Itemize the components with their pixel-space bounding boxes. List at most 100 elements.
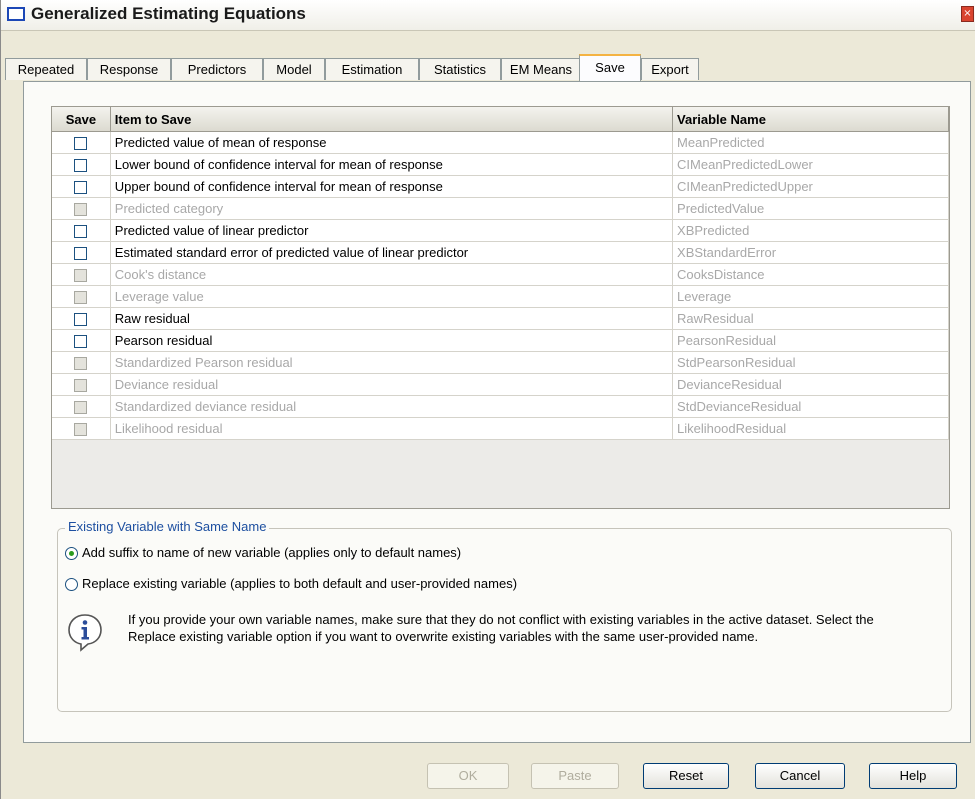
column-header-item[interactable]: Item to Save bbox=[110, 107, 674, 132]
save-checkbox[interactable] bbox=[74, 137, 88, 151]
item-label: Raw residual bbox=[110, 307, 674, 330]
item-label: Predicted category bbox=[110, 197, 674, 220]
save-cell bbox=[52, 351, 111, 374]
tab-response[interactable]: Response bbox=[87, 58, 171, 80]
variable-name-cell[interactable]: CIMeanPredictedUpper bbox=[672, 175, 949, 198]
tab-model[interactable]: Model bbox=[263, 58, 325, 80]
save-checkbox[interactable] bbox=[74, 247, 88, 261]
reset-button[interactable]: Reset bbox=[643, 763, 729, 789]
table-row[interactable]: Predicted value of linear predictor XBPre… bbox=[52, 219, 949, 242]
save-checkbox bbox=[74, 357, 88, 371]
save-cell bbox=[52, 307, 111, 330]
group-legend: Existing Variable with Same Name bbox=[65, 519, 270, 534]
tab-save[interactable]: Save bbox=[579, 54, 641, 81]
save-checkbox bbox=[74, 269, 88, 283]
save-checkbox[interactable] bbox=[74, 225, 88, 239]
save-cell bbox=[52, 153, 111, 176]
item-label: Predicted value of mean of response bbox=[110, 131, 674, 154]
help-button[interactable]: Help bbox=[869, 763, 957, 789]
save-cell bbox=[52, 285, 111, 308]
paste-button[interactable]: Paste bbox=[531, 763, 619, 789]
table-row[interactable]: Standardized deviance residual StdDevianc… bbox=[52, 395, 949, 418]
table-row[interactable]: Lower bound of confidence interval for m… bbox=[52, 153, 949, 176]
table-row[interactable]: Leverage value Leverage bbox=[52, 285, 949, 308]
column-header-save[interactable]: Save bbox=[52, 107, 111, 132]
radio-add-suffix-label[interactable]: Add suffix to name of new variable (appl… bbox=[82, 545, 461, 560]
tab-statistics[interactable]: Statistics bbox=[419, 58, 501, 80]
save-cell bbox=[52, 329, 111, 352]
variable-name-cell[interactable]: CIMeanPredictedLower bbox=[672, 153, 949, 176]
save-checkbox bbox=[74, 379, 88, 393]
save-cell bbox=[52, 373, 111, 396]
save-table-container[interactable]: Save Item to Save Variable Name Predicte… bbox=[51, 106, 950, 509]
window-icon bbox=[7, 7, 25, 21]
save-checkbox bbox=[74, 203, 88, 217]
ok-button[interactable]: OK bbox=[427, 763, 509, 789]
window-title: Generalized Estimating Equations bbox=[31, 4, 306, 23]
column-header-variable-name[interactable]: Variable Name bbox=[672, 107, 949, 132]
variable-name-cell[interactable]: StdPearsonResidual bbox=[672, 351, 949, 374]
variable-name-cell[interactable]: PredictedValue bbox=[672, 197, 949, 220]
item-label: Standardized Pearson residual bbox=[110, 351, 674, 374]
close-icon[interactable]: × bbox=[961, 6, 974, 22]
table-row[interactable]: Standardized Pearson residual StdPearsonR… bbox=[52, 351, 949, 374]
radio-replace-existing-button[interactable] bbox=[65, 578, 78, 591]
variable-name-cell[interactable]: XBStandardError bbox=[672, 241, 949, 264]
save-checkbox bbox=[74, 291, 88, 305]
item-label: Upper bound of confidence interval for m… bbox=[110, 175, 674, 198]
save-checkbox bbox=[74, 401, 88, 415]
save-cell bbox=[52, 197, 111, 220]
item-label: Pearson residual bbox=[110, 329, 674, 352]
table-row[interactable]: Pearson residual PearsonResidual bbox=[52, 329, 949, 352]
table-row[interactable]: Upper bound of confidence interval for m… bbox=[52, 175, 949, 198]
item-label: Leverage value bbox=[110, 285, 674, 308]
save-cell bbox=[52, 263, 111, 286]
save-cell bbox=[52, 131, 111, 154]
dialog-window: Generalized Estimating Equations × Repea… bbox=[0, 0, 975, 799]
save-checkbox[interactable] bbox=[74, 159, 88, 173]
variable-name-cell[interactable]: DevianceResidual bbox=[672, 373, 949, 396]
item-label: Deviance residual bbox=[110, 373, 674, 396]
table-row[interactable]: Predicted value of mean of response MeanP… bbox=[52, 131, 949, 154]
save-checkbox[interactable] bbox=[74, 335, 88, 349]
variable-name-cell[interactable]: RawResidual bbox=[672, 307, 949, 330]
variable-name-cell[interactable]: PearsonResidual bbox=[672, 329, 949, 352]
table-row[interactable]: Raw residual RawResidual bbox=[52, 307, 949, 330]
save-cell bbox=[52, 241, 111, 264]
item-label: Lower bound of confidence interval for m… bbox=[110, 153, 674, 176]
tab-repeated[interactable]: Repeated bbox=[5, 58, 87, 80]
variable-name-cell[interactable]: LikelihoodResidual bbox=[672, 417, 949, 440]
table-row[interactable]: Likelihood residual LikelihoodResidual bbox=[52, 417, 949, 440]
radio-replace-existing-label[interactable]: Replace existing variable (applies to bo… bbox=[82, 576, 517, 591]
variable-name-cell[interactable]: CooksDistance bbox=[672, 263, 949, 286]
save-cell bbox=[52, 219, 111, 242]
save-cell bbox=[52, 417, 111, 440]
tab-predictors[interactable]: Predictors bbox=[171, 58, 263, 80]
table-row[interactable]: Estimated standard error of predicted va… bbox=[52, 241, 949, 264]
tab-export[interactable]: Export bbox=[641, 58, 699, 80]
save-checkbox bbox=[74, 423, 88, 437]
item-label: Estimated standard error of predicted va… bbox=[110, 241, 674, 264]
cancel-button[interactable]: Cancel bbox=[755, 763, 845, 789]
table-row[interactable]: Cook's distance CooksDistance bbox=[52, 263, 949, 286]
tab-estimation[interactable]: Estimation bbox=[325, 58, 419, 80]
item-label: Predicted value of linear predictor bbox=[110, 219, 674, 242]
table-row[interactable]: Deviance residual DevianceResidual bbox=[52, 373, 949, 396]
save-checkbox[interactable] bbox=[74, 181, 88, 195]
variable-name-cell[interactable]: MeanPredicted bbox=[672, 131, 949, 154]
item-label: Likelihood residual bbox=[110, 417, 674, 440]
item-label: Cook's distance bbox=[110, 263, 674, 286]
item-label: Standardized deviance residual bbox=[110, 395, 674, 418]
variable-name-cell[interactable]: StdDevianceResidual bbox=[672, 395, 949, 418]
save-items-table: Save Item to Save Variable Name Predicte… bbox=[52, 107, 949, 440]
save-cell bbox=[52, 175, 111, 198]
radio-add-suffix-button[interactable] bbox=[65, 547, 78, 560]
table-row[interactable]: Predicted category PredictedValue bbox=[52, 197, 949, 220]
variable-name-cell[interactable]: Leverage bbox=[672, 285, 949, 308]
save-cell bbox=[52, 395, 111, 418]
tab-em-means[interactable]: EM Means bbox=[501, 58, 581, 80]
variable-name-cell[interactable]: XBPredicted bbox=[672, 219, 949, 242]
info-message: If you provide your own variable names, … bbox=[128, 612, 874, 644]
title-bar[interactable]: Generalized Estimating Equations × bbox=[1, 0, 975, 31]
save-checkbox[interactable] bbox=[74, 313, 88, 327]
